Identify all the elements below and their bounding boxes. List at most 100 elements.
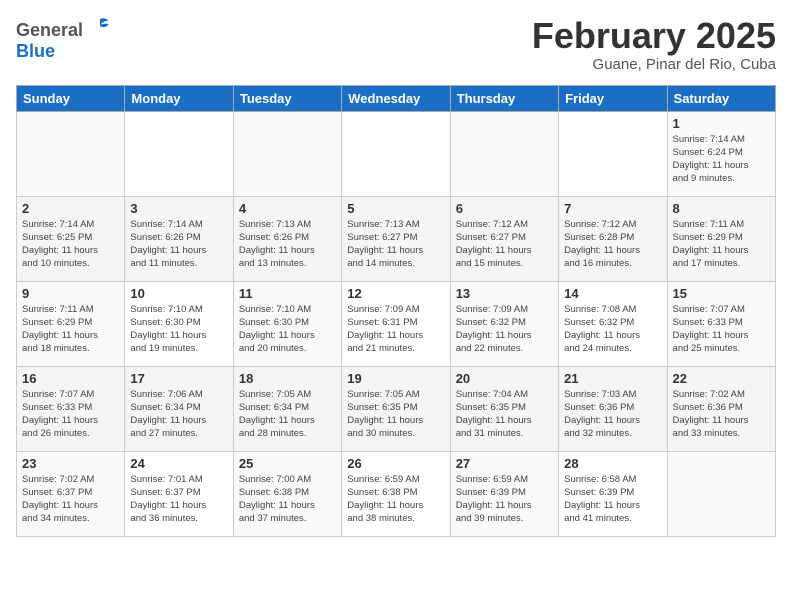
week-row-3: 9 Sunrise: 7:11 AM Sunset: 6:29 PM Daylig…: [17, 281, 776, 366]
day-info: Sunrise: 7:09 AM Sunset: 6:32 PM Dayligh…: [456, 303, 553, 356]
day-number: 9: [22, 286, 119, 301]
day-cell-3-4: 20Sunrise: 7:04 AM Sunset: 6:35 PM Dayli…: [450, 366, 558, 451]
day-number: 3: [130, 201, 227, 216]
day-info: Sunrise: 7:09 AM Sunset: 6:31 PM Dayligh…: [347, 303, 444, 356]
day-cell-0-2: [233, 111, 341, 196]
day-info: Sunrise: 7:10 AM Sunset: 6:30 PM Dayligh…: [239, 303, 336, 356]
title-block: February 2025 Guane, Pinar del Rio, Cuba: [532, 16, 776, 73]
day-number: 22: [673, 371, 770, 386]
day-cell-4-4: 27 Sunrise: 6:59 AM Sunset: 6:39 PM Dayli…: [450, 451, 558, 536]
day-number: 5: [347, 201, 444, 216]
day-info: Sunrise: 7:06 AM Sunset: 6:34 PM Dayligh…: [130, 388, 227, 441]
page-header: General Blue February 2025 Guane, Pinar …: [16, 16, 776, 73]
day-cell-1-0: 2 Sunrise: 7:14 AM Sunset: 6:25 PM Daylig…: [17, 196, 125, 281]
day-cell-2-4: 13 Sunrise: 7:09 AM Sunset: 6:32 PM Dayli…: [450, 281, 558, 366]
day-number: 28: [564, 456, 661, 471]
day-number: 26: [347, 456, 444, 471]
day-cell-3-6: 22 Sunrise: 7:02 AM Sunset: 6:36 PM Dayli…: [667, 366, 775, 451]
logo-bird-icon: [90, 16, 110, 36]
day-number: 27: [456, 456, 553, 471]
day-info: Sunrise: 7:13 AM Sunset: 6:26 PM Dayligh…: [239, 218, 336, 271]
day-info: Sunrise: 7:12 AM Sunset: 6:27 PM Dayligh…: [456, 218, 553, 271]
day-number: 12: [347, 286, 444, 301]
day-info: Sunrise: 7:07 AM Sunset: 6:33 PM Dayligh…: [673, 303, 770, 356]
day-info: Sunrise: 7:08 AM Sunset: 6:32 PM Dayligh…: [564, 303, 661, 356]
day-number: 17: [130, 371, 227, 386]
header-sunday: Sunday: [17, 85, 125, 111]
logo: General Blue: [16, 16, 110, 62]
day-info: Sunrise: 6:58 AM Sunset: 6:39 PM Dayligh…: [564, 473, 661, 526]
day-info: Sunrise: 7:14 AM Sunset: 6:24 PM Dayligh…: [673, 133, 770, 186]
day-info: Sunrise: 7:14 AM Sunset: 6:25 PM Dayligh…: [22, 218, 119, 271]
day-info: Sunrise: 7:03 AM Sunset: 6:36 PM Dayligh…: [564, 388, 661, 441]
day-cell-4-1: 24 Sunrise: 7:01 AM Sunset: 6:37 PM Dayli…: [125, 451, 233, 536]
week-row-1: 1Sunrise: 7:14 AM Sunset: 6:24 PM Daylig…: [17, 111, 776, 196]
calendar-subtitle: Guane, Pinar del Rio, Cuba: [532, 56, 776, 73]
day-cell-2-3: 12 Sunrise: 7:09 AM Sunset: 6:31 PM Dayli…: [342, 281, 450, 366]
day-number: 13: [456, 286, 553, 301]
day-info: Sunrise: 7:11 AM Sunset: 6:29 PM Dayligh…: [22, 303, 119, 356]
week-row-2: 2 Sunrise: 7:14 AM Sunset: 6:25 PM Daylig…: [17, 196, 776, 281]
day-cell-0-5: [559, 111, 667, 196]
day-cell-2-0: 9 Sunrise: 7:11 AM Sunset: 6:29 PM Daylig…: [17, 281, 125, 366]
day-cell-3-2: 18 Sunrise: 7:05 AM Sunset: 6:34 PM Dayli…: [233, 366, 341, 451]
day-cell-4-0: 23 Sunrise: 7:02 AM Sunset: 6:37 PM Dayli…: [17, 451, 125, 536]
week-row-4: 16 Sunrise: 7:07 AM Sunset: 6:33 PM Dayli…: [17, 366, 776, 451]
day-number: 7: [564, 201, 661, 216]
calendar-title: February 2025: [532, 16, 776, 56]
day-number: 14: [564, 286, 661, 301]
day-number: 21: [564, 371, 661, 386]
day-cell-0-0: [17, 111, 125, 196]
day-cell-1-2: 4Sunrise: 7:13 AM Sunset: 6:26 PM Daylig…: [233, 196, 341, 281]
day-number: 16: [22, 371, 119, 386]
day-cell-0-3: [342, 111, 450, 196]
day-cell-2-6: 15Sunrise: 7:07 AM Sunset: 6:33 PM Dayli…: [667, 281, 775, 366]
day-cell-2-5: 14 Sunrise: 7:08 AM Sunset: 6:32 PM Dayli…: [559, 281, 667, 366]
day-number: 20: [456, 371, 553, 386]
header-monday: Monday: [125, 85, 233, 111]
header-thursday: Thursday: [450, 85, 558, 111]
header-friday: Friday: [559, 85, 667, 111]
header-wednesday: Wednesday: [342, 85, 450, 111]
day-number: 23: [22, 456, 119, 471]
day-cell-3-1: 17 Sunrise: 7:06 AM Sunset: 6:34 PM Dayli…: [125, 366, 233, 451]
day-cell-1-6: 8 Sunrise: 7:11 AM Sunset: 6:29 PM Daylig…: [667, 196, 775, 281]
day-info: Sunrise: 7:05 AM Sunset: 6:34 PM Dayligh…: [239, 388, 336, 441]
day-number: 10: [130, 286, 227, 301]
day-number: 2: [22, 201, 119, 216]
day-info: Sunrise: 7:05 AM Sunset: 6:35 PM Dayligh…: [347, 388, 444, 441]
week-row-5: 23 Sunrise: 7:02 AM Sunset: 6:37 PM Dayli…: [17, 451, 776, 536]
day-info: Sunrise: 7:07 AM Sunset: 6:33 PM Dayligh…: [22, 388, 119, 441]
day-cell-4-2: 25Sunrise: 7:00 AM Sunset: 6:38 PM Dayli…: [233, 451, 341, 536]
day-cell-4-6: [667, 451, 775, 536]
calendar-table: Sunday Monday Tuesday Wednesday Thursday…: [16, 85, 776, 537]
day-info: Sunrise: 7:02 AM Sunset: 6:37 PM Dayligh…: [22, 473, 119, 526]
day-info: Sunrise: 7:13 AM Sunset: 6:27 PM Dayligh…: [347, 218, 444, 271]
day-number: 11: [239, 286, 336, 301]
day-cell-1-1: 3 Sunrise: 7:14 AM Sunset: 6:26 PM Daylig…: [125, 196, 233, 281]
day-cell-2-2: 11 Sunrise: 7:10 AM Sunset: 6:30 PM Dayli…: [233, 281, 341, 366]
day-cell-1-5: 7 Sunrise: 7:12 AM Sunset: 6:28 PM Daylig…: [559, 196, 667, 281]
day-number: 19: [347, 371, 444, 386]
day-cell-0-6: 1Sunrise: 7:14 AM Sunset: 6:24 PM Daylig…: [667, 111, 775, 196]
day-info: Sunrise: 7:12 AM Sunset: 6:28 PM Dayligh…: [564, 218, 661, 271]
day-number: 18: [239, 371, 336, 386]
header-saturday: Saturday: [667, 85, 775, 111]
logo-general: General: [16, 20, 83, 40]
day-info: Sunrise: 7:11 AM Sunset: 6:29 PM Dayligh…: [673, 218, 770, 271]
day-cell-0-4: [450, 111, 558, 196]
day-info: Sunrise: 7:01 AM Sunset: 6:37 PM Dayligh…: [130, 473, 227, 526]
day-number: 24: [130, 456, 227, 471]
day-info: Sunrise: 6:59 AM Sunset: 6:39 PM Dayligh…: [456, 473, 553, 526]
day-cell-3-0: 16 Sunrise: 7:07 AM Sunset: 6:33 PM Dayli…: [17, 366, 125, 451]
logo-text: General Blue: [16, 16, 110, 62]
logo-blue: Blue: [16, 41, 55, 61]
day-cell-1-4: 6Sunrise: 7:12 AM Sunset: 6:27 PM Daylig…: [450, 196, 558, 281]
day-cell-2-1: 10 Sunrise: 7:10 AM Sunset: 6:30 PM Dayli…: [125, 281, 233, 366]
header-tuesday: Tuesday: [233, 85, 341, 111]
day-number: 25: [239, 456, 336, 471]
day-info: Sunrise: 7:10 AM Sunset: 6:30 PM Dayligh…: [130, 303, 227, 356]
day-number: 8: [673, 201, 770, 216]
day-info: Sunrise: 7:02 AM Sunset: 6:36 PM Dayligh…: [673, 388, 770, 441]
day-info: Sunrise: 7:14 AM Sunset: 6:26 PM Dayligh…: [130, 218, 227, 271]
